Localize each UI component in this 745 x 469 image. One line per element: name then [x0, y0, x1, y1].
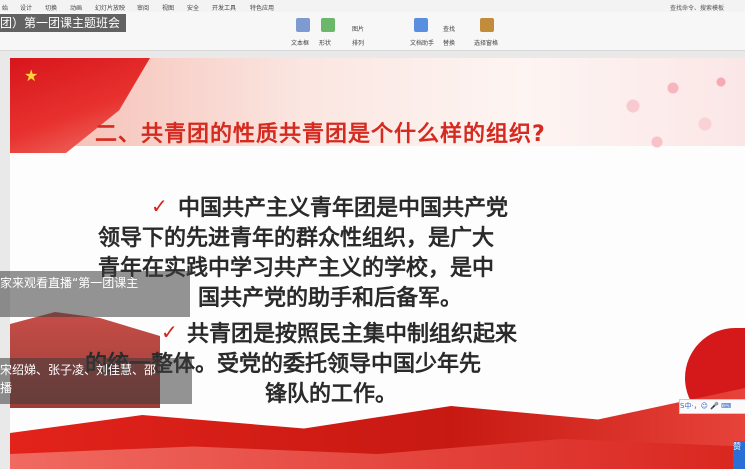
tab-security[interactable]: 安全: [187, 3, 199, 12]
paragraph-1-line-1: 中国共产主义青年团是中国共产党: [178, 196, 509, 221]
tab-design[interactable]: 设计: [20, 3, 32, 12]
tab-developer[interactable]: 开发工具: [212, 3, 236, 12]
image-button[interactable]: 图片: [352, 24, 364, 33]
replace-button[interactable]: 替换: [443, 38, 455, 47]
window-title: 团）第一团课主题班会: [0, 14, 127, 32]
check-mark-icon: ✓: [151, 194, 168, 218]
blossom-decoration: [585, 58, 745, 178]
search-command-box[interactable]: 查找命令、搜索模板: [670, 3, 724, 12]
live-comment-1: 家来观看直播“第一团课主: [0, 271, 190, 317]
doc-assistant-icon[interactable]: [414, 18, 428, 32]
tab-start[interactable]: 始: [2, 3, 8, 12]
text-box-icon[interactable]: [296, 18, 310, 32]
text-box-button[interactable]: 文本框: [291, 38, 309, 47]
slide-canvas[interactable]: ★ 二、共青团的性质共青团是个什么样的组织? ✓ 中国共产主义青年团是中国共产党…: [10, 58, 745, 469]
star-icon: ★: [24, 66, 39, 85]
live-comment-2-line-2: 播: [0, 381, 13, 395]
arrange-button[interactable]: 排列: [352, 38, 364, 47]
paragraph-2-line-1: 共青团是按照民主集中制组织起来: [187, 322, 518, 347]
shape-button[interactable]: 形状: [319, 38, 331, 47]
select-pane-icon[interactable]: [480, 18, 494, 32]
doc-assistant-button[interactable]: 文档助手: [410, 38, 434, 47]
slide-title: 二、共青团的性质共青团是个什么样的组织?: [95, 122, 546, 147]
ime-toolbar[interactable]: S中·，☺ 🎤 ⌨: [679, 399, 745, 414]
menu-tab-bar: 始 设计 切换 动画 幻灯片放映 审阅 视图 安全 开发工具 特色应用: [0, 0, 745, 12]
tab-review[interactable]: 审阅: [137, 3, 149, 12]
like-button[interactable]: 赞: [733, 441, 745, 469]
check-mark-icon: ✓: [161, 320, 178, 344]
select-pane-button[interactable]: 选择窗格: [474, 38, 498, 47]
tab-features[interactable]: 特色应用: [250, 3, 274, 12]
live-comment-1-text: 家来观看直播“第一团课主: [0, 276, 139, 290]
paragraph-1-line-4: 国共产党的助手和后备军。: [198, 286, 463, 311]
find-button[interactable]: 查找: [443, 24, 455, 33]
live-comment-2-line-1: 宋绍娣、张子凌、刘佳慧、邵: [0, 363, 157, 377]
tab-transition[interactable]: 切换: [45, 3, 57, 12]
paragraph-2-line-3: 锋队的工作。: [265, 382, 398, 407]
paragraph-1-line-2: 领导下的先进青年的群众性组织，是广大: [98, 226, 495, 251]
live-comment-2: 宋绍娣、张子凌、刘佳慧、邵 播: [0, 358, 192, 404]
shape-icon[interactable]: [321, 18, 335, 32]
tab-slideshow[interactable]: 幻灯片放映: [95, 3, 125, 12]
tab-animation[interactable]: 动画: [70, 3, 82, 12]
tab-view[interactable]: 视图: [162, 3, 174, 12]
